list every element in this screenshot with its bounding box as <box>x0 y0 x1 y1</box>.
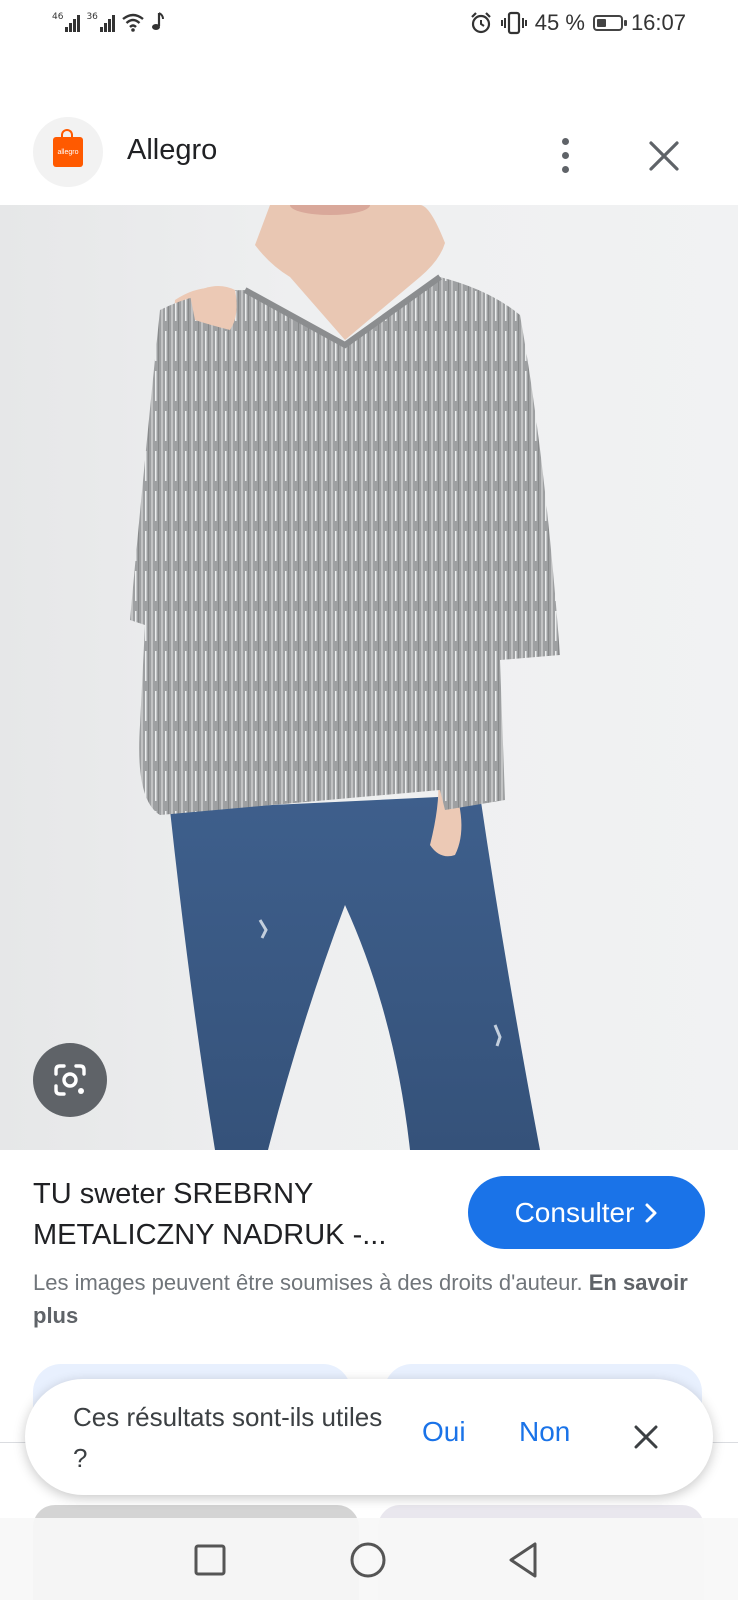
copyright-text: Les images peuvent être soumises à des d… <box>33 1270 583 1295</box>
clock: 16:07 <box>630 10 686 35</box>
back-icon[interactable] <box>505 1540 545 1580</box>
wifi-icon <box>122 13 144 32</box>
feedback-question: Ces résultats sont-ils utiles ? <box>73 1402 383 1473</box>
music-note-icon <box>151 12 164 30</box>
product-photo <box>130 205 560 1150</box>
visit-label: Consulter <box>514 1196 635 1228</box>
close-icon[interactable] <box>642 134 686 178</box>
feedback-card: Ces résultats sont-ils utiles ? Oui Non <box>25 1379 713 1495</box>
status-bar: 46 36 45 % 16:07 <box>0 0 738 56</box>
signal-icon: 46 <box>52 12 81 32</box>
signal-1-label: 46 <box>52 12 64 22</box>
allegro-bag-icon: allegro <box>53 129 83 167</box>
more-vert-icon[interactable] <box>545 130 585 180</box>
home-icon[interactable] <box>348 1540 388 1580</box>
vibrate-icon <box>500 11 527 35</box>
feedback-yes-button[interactable]: Oui <box>422 1416 466 1448</box>
system-nav-bar <box>0 1518 738 1600</box>
status-left: 46 36 <box>52 12 165 32</box>
alarm-icon <box>471 12 491 34</box>
lens-search-button[interactable] <box>33 1043 107 1117</box>
status-right: 45 % 16:07 <box>469 10 686 36</box>
close-icon[interactable] <box>628 1419 664 1455</box>
signal-icon: 36 <box>86 12 115 32</box>
battery-icon <box>592 15 627 31</box>
product-title[interactable]: TU sweter SREBRNY METALICZNY NADRUK -... <box>33 1174 433 1256</box>
battery-percent: 45 % <box>534 10 585 35</box>
lens-icon <box>54 1064 86 1096</box>
visit-button[interactable]: Consulter <box>468 1176 705 1249</box>
copyright-notice: Les images peuvent être soumises à des d… <box>33 1266 703 1332</box>
chevron-right-icon <box>645 1203 657 1222</box>
product-image[interactable] <box>0 205 738 1150</box>
recents-icon[interactable] <box>190 1540 230 1580</box>
feedback-no-button[interactable]: Non <box>519 1416 570 1448</box>
logo-text: allegro <box>57 148 79 156</box>
site-name[interactable]: Allegro <box>127 134 217 167</box>
signal-2-label: 36 <box>86 12 98 22</box>
battery-fill <box>596 19 607 27</box>
result-header: allegro Allegro <box>0 110 738 206</box>
allegro-logo-icon[interactable]: allegro <box>33 117 103 187</box>
